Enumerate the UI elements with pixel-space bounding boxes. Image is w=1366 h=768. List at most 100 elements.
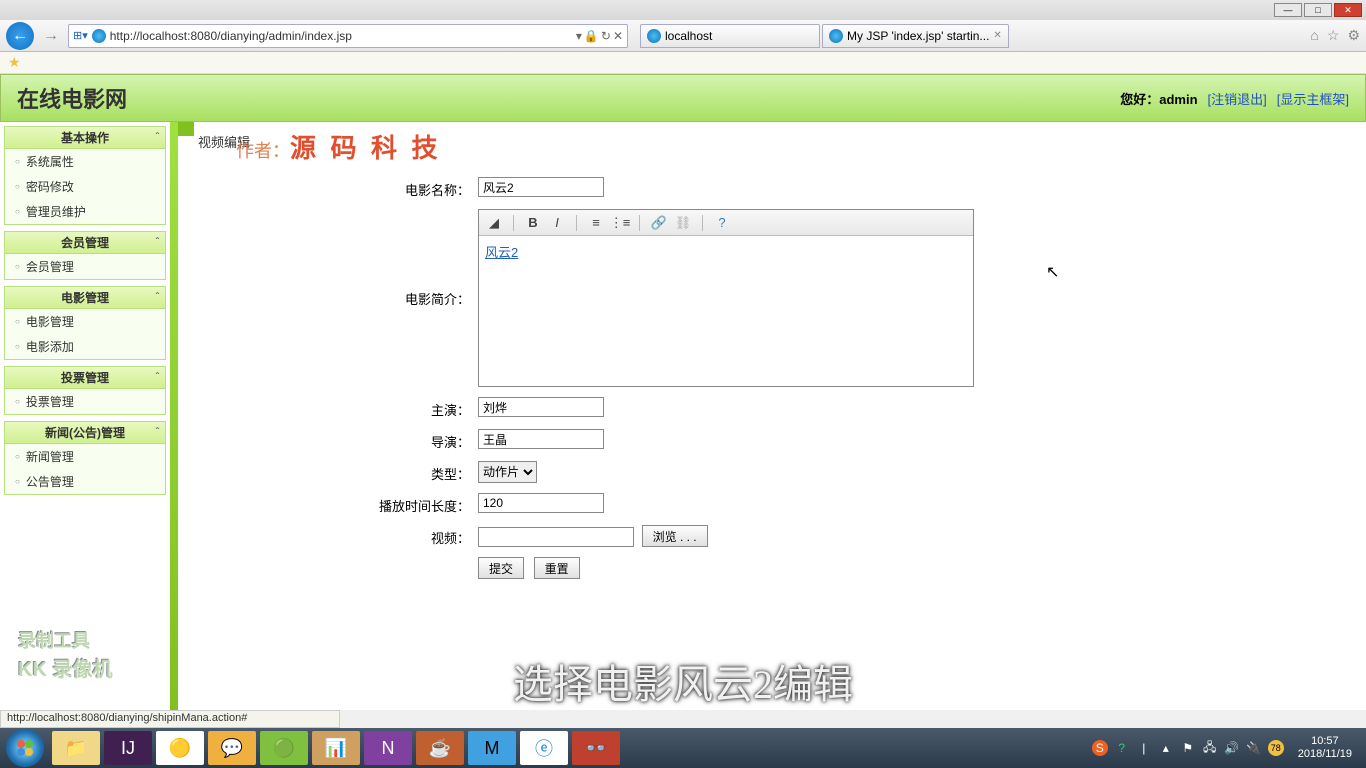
ie-icon xyxy=(647,29,661,43)
site-header: 在线电影网 您好：admin [注销退出] [显示主框架] xyxy=(0,74,1366,122)
editor-content[interactable]: 风云2 xyxy=(479,236,973,386)
tray-clock[interactable]: 10:57 2018/11/19 xyxy=(1298,735,1352,761)
sidebar-item-news[interactable]: 新闻管理 xyxy=(5,444,165,469)
task-app1[interactable]: 💬 xyxy=(208,731,256,765)
favorites-icon[interactable]: ☆ xyxy=(1327,27,1340,44)
input-starring[interactable] xyxy=(478,397,604,417)
gear-icon[interactable]: ⚙ xyxy=(1347,27,1360,44)
browse-button[interactable]: 浏览 . . . xyxy=(642,525,708,547)
back-button[interactable]: ← xyxy=(6,22,34,50)
link-icon[interactable]: 🔗 xyxy=(650,214,668,232)
sidebar-header[interactable]: 新闻(公告)管理ˆ xyxy=(5,422,165,444)
help-icon[interactable]: ? xyxy=(713,214,731,232)
windows-icon xyxy=(15,738,35,758)
tray-power-icon[interactable]: 🔌 xyxy=(1246,740,1262,756)
sidebar-item-password[interactable]: 密码修改 xyxy=(5,174,165,199)
source-icon[interactable]: ◢ xyxy=(485,214,503,232)
sidebar-item-movie-manage[interactable]: 电影管理 xyxy=(5,309,165,334)
sidebar-header[interactable]: 会员管理ˆ xyxy=(5,232,165,254)
star-icon[interactable]: ★ xyxy=(8,54,21,71)
tray-battery-icon[interactable]: 78 xyxy=(1268,740,1284,756)
chevron-up-icon[interactable]: ˆ xyxy=(156,427,159,438)
unordered-list-icon[interactable]: ⋮≡ xyxy=(611,214,629,232)
sidebar-header[interactable]: 电影管理ˆ xyxy=(5,287,165,309)
sidebar-item-sysprops[interactable]: 系统属性 xyxy=(5,149,165,174)
system-tray: S ? | ▴ ⚑ 🖧 🔊 🔌 78 10:57 2018/11/19 xyxy=(1092,735,1360,761)
task-recorder[interactable]: 👓 xyxy=(572,731,620,765)
sidebar-item-notice[interactable]: 公告管理 xyxy=(5,469,165,494)
refresh-icon[interactable]: ↻ xyxy=(601,29,611,43)
task-explorer[interactable]: 📁 xyxy=(52,731,100,765)
select-type[interactable]: 动作片 xyxy=(478,461,537,483)
arrow-right-icon: → xyxy=(43,27,59,45)
author-label: 作者：源 码 科 技 xyxy=(236,128,442,165)
unlink-icon[interactable]: ⛓ xyxy=(674,214,692,232)
tray-flag-icon[interactable]: ⚑ xyxy=(1180,740,1196,756)
label-movie-desc: 电影简介： xyxy=(198,209,478,308)
tab-dropdown-icon[interactable]: ⊞▾ xyxy=(73,29,88,42)
tab-myjsp[interactable]: My JSP 'index.jsp' startin... ✕ xyxy=(822,24,1009,48)
bold-icon[interactable]: B xyxy=(524,214,542,232)
close-tab-icon[interactable]: ✕ xyxy=(993,30,1001,41)
sidebar-item-movie-add[interactable]: 电影添加 xyxy=(5,334,165,359)
sidebar-item-vote[interactable]: 投票管理 xyxy=(5,389,165,414)
tray-chevron-up-icon[interactable]: ▴ xyxy=(1158,740,1174,756)
home-icon[interactable]: ⌂ xyxy=(1310,27,1318,44)
task-app3[interactable]: 📊 xyxy=(312,731,360,765)
lock-icon: 🔒 xyxy=(584,29,599,43)
sidebar-header[interactable]: 投票管理ˆ xyxy=(5,367,165,389)
ie-icon xyxy=(829,29,843,43)
task-app4[interactable]: M xyxy=(468,731,516,765)
tab-localhost[interactable]: localhost xyxy=(640,24,820,48)
label-starring: 主演： xyxy=(198,397,478,419)
task-app2[interactable]: 🟢 xyxy=(260,731,308,765)
input-movie-name[interactable] xyxy=(478,177,604,197)
ordered-list-icon[interactable]: ≡ xyxy=(587,214,605,232)
address-bar[interactable]: ⊞▾ ▾ 🔒 ↻ ✕ xyxy=(68,24,628,48)
reset-button[interactable]: 重置 xyxy=(534,557,580,579)
greeting-label: 您好：admin xyxy=(1120,89,1197,108)
dropdown-icon[interactable]: ▾ xyxy=(576,29,582,43)
minimize-button[interactable]: — xyxy=(1274,3,1302,17)
label-type: 类型： xyxy=(198,461,478,483)
task-java[interactable]: ☕ xyxy=(416,731,464,765)
sidebar-item-admin[interactable]: 管理员维护 xyxy=(5,199,165,224)
tray-network-icon[interactable]: 🖧 xyxy=(1202,740,1218,756)
logout-link[interactable]: [注销退出] xyxy=(1208,89,1267,108)
tray-help-icon[interactable]: ? xyxy=(1114,740,1130,756)
editor-toolbar: ◢ B I ≡ ⋮≡ 🔗 ⛓ ? xyxy=(479,210,973,236)
italic-icon[interactable]: I xyxy=(548,214,566,232)
task-ie[interactable]: ⓔ xyxy=(520,731,568,765)
tray-separator-icon: | xyxy=(1136,740,1152,756)
sidebar-header[interactable]: 基本操作ˆ xyxy=(5,127,165,149)
show-frame-link[interactable]: [显示主框架] xyxy=(1277,89,1349,108)
sidebar-divider[interactable] xyxy=(170,122,178,710)
url-input[interactable] xyxy=(110,29,572,43)
stop-icon[interactable]: ✕ xyxy=(613,29,623,43)
task-intellij[interactable]: IJ xyxy=(104,731,152,765)
tab-label: My JSP 'index.jsp' startin... xyxy=(847,29,989,43)
tray-sogou-icon[interactable]: S xyxy=(1092,740,1108,756)
breadcrumb: 视频编辑 作者：源 码 科 技 xyxy=(198,132,1346,151)
sidebar: 基本操作ˆ 系统属性 密码修改 管理员维护 会员管理ˆ 会员管理 电影管理ˆ 电… xyxy=(0,122,170,710)
splitter-handle[interactable] xyxy=(178,122,194,136)
chevron-up-icon[interactable]: ˆ xyxy=(156,132,159,143)
input-video-path[interactable] xyxy=(478,527,634,547)
recorder-watermark: 录制工具 KK 录像机 xyxy=(18,627,112,682)
sidebar-group-basic: 基本操作ˆ 系统属性 密码修改 管理员维护 xyxy=(4,126,166,225)
chevron-up-icon[interactable]: ˆ xyxy=(156,237,159,248)
close-window-button[interactable]: ✕ xyxy=(1334,3,1362,17)
maximize-button[interactable]: □ xyxy=(1304,3,1332,17)
tray-volume-icon[interactable]: 🔊 xyxy=(1224,740,1240,756)
start-button[interactable] xyxy=(6,729,44,767)
chevron-up-icon[interactable]: ˆ xyxy=(156,372,159,383)
submit-button[interactable]: 提交 xyxy=(478,557,524,579)
task-chrome[interactable]: 🟡 xyxy=(156,731,204,765)
input-duration[interactable] xyxy=(478,493,604,513)
chevron-up-icon[interactable]: ˆ xyxy=(156,292,159,303)
forward-button[interactable]: → xyxy=(38,23,64,49)
sidebar-item-member[interactable]: 会员管理 xyxy=(5,254,165,279)
desc-link[interactable]: 风云2 xyxy=(485,245,518,260)
input-director[interactable] xyxy=(478,429,604,449)
task-onenote[interactable]: N xyxy=(364,731,412,765)
